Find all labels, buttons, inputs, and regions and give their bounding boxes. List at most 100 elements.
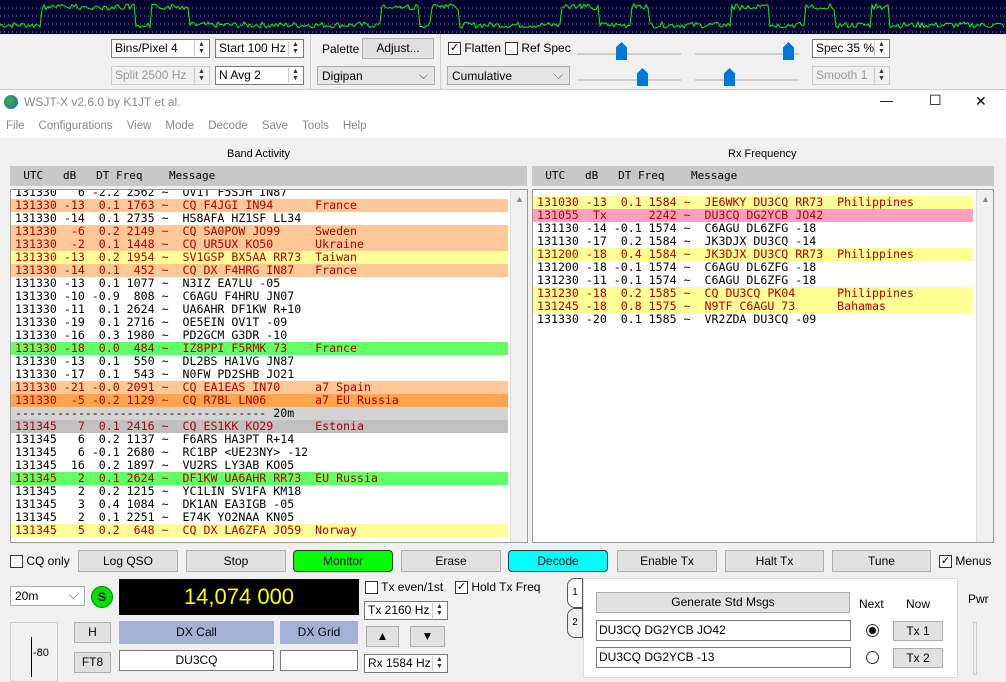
slider-thumb[interactable] [637,68,648,86]
slider-thumb[interactable] [783,42,794,60]
chevron-down-icon: ⌵ [418,68,428,82]
bins-per-pixel-spinner[interactable]: Bins/Pixel 4 ▲ ▼ [111,39,210,58]
gain-slider[interactable] [577,53,681,55]
spec-gain-slider[interactable] [577,79,681,81]
rx-frequency-title: Rx Frequency [728,148,797,160]
menu-tools[interactable]: Tools [302,120,329,132]
dx-grid-label: DX Grid [280,621,358,644]
palette-label: Palette [322,42,360,56]
rx-frequency-header: UTC dB DT Freq Message [532,166,994,186]
flatten-checkbox[interactable]: ✓ Flatten [448,41,502,56]
meter-tick-label: -80 [33,647,49,659]
adjust-button[interactable]: Adjust... [362,38,434,59]
rx-freq-spinner[interactable]: Rx 1584 Hz ▲ ▼ [364,654,448,673]
tx1-next-radio[interactable] [866,624,879,637]
menus-label: Menus [955,554,992,568]
spec-percent-spinner[interactable]: Spec 35 % ▲ ▼ [812,39,890,58]
flatten-label: Flatten [464,41,502,55]
menu-help[interactable]: Help [343,120,367,132]
monitor-button[interactable]: Monitor [293,550,393,572]
band-activity-list[interactable]: 131330 6 -2.2 2562 ~ OV1T F5SJH IN87 1313… [10,189,528,543]
decode-button[interactable]: Decode [508,550,608,572]
freq-down-button[interactable]: ▼ [410,626,445,647]
divider [440,34,441,90]
menu-save[interactable]: Save [262,120,288,132]
maximize-button[interactable]: ☐ [929,92,942,109]
scrollbar[interactable]: ▲ [976,190,993,542]
dx-grid-input[interactable] [280,650,358,671]
menu-bar: File Configurations View Mode Decode Save Tool… [0,115,1006,138]
rx-frequency-list[interactable]: 131030 -13 0.1 1584 ~ JE6WKY DU3CQ RR73 … [532,189,994,543]
now-label: Now [906,597,931,611]
split-value: Split 2500 Hz [115,68,187,82]
enable-tx-button[interactable]: Enable Tx [617,550,717,572]
palette-dropdown[interactable]: Digipan ⌵ [317,66,435,85]
tx-even-label: Tx even/1st [381,580,444,594]
scrollbar[interactable]: ▲ [510,190,527,542]
freq-up-button[interactable]: ▲ [366,626,399,647]
cumulative-dropdown[interactable]: Cumulative ⌵ [447,66,570,85]
pwr-slider[interactable] [973,622,977,675]
refspec-checkbox[interactable]: Ref Spec [505,41,571,56]
hold-tx-freq-label: Hold Tx Freq [471,580,541,594]
checkbox-box [505,42,518,56]
app-globe-icon [4,95,18,109]
signal-meter: -80 [10,622,58,682]
tx2-next-radio[interactable] [866,651,879,664]
menus-checkbox[interactable]: ✓ Menus [939,554,992,569]
menu-configurations[interactable]: Configurations [39,120,113,132]
split-spinner: Split 2500 Hz ▲ ▼ [111,66,210,85]
smooth-spinner: Smooth 1 ▲ ▼ [812,66,890,85]
menu-view[interactable]: View [127,120,152,132]
dx-call-label: DX Call [119,621,274,644]
cq-only-checkbox[interactable]: CQ only [10,554,70,569]
rx-freq-value: Rx 1584 Hz [368,656,431,670]
tx-even-checkbox[interactable]: Tx even/1st [365,580,444,595]
slider-thumb[interactable] [616,42,627,60]
band-dropdown[interactable]: 20m ⌵ [10,586,85,606]
decode-row[interactable]: 131345 5 0.2 648 ~ CQ DX LA6ZFA JO59 Nor… [11,524,508,537]
pwr-label: Pwr [968,592,989,606]
log-qso-button[interactable]: Log QSO [78,550,178,572]
menu-decode[interactable]: Decode [208,120,248,132]
tx2-button[interactable]: Tx 2 [893,648,943,668]
tx2-message-input[interactable]: DU3CQ DG2YCB -13 [596,647,851,668]
cumulative-value: Cumulative [452,69,513,83]
generate-std-msgs-button[interactable]: Generate Std Msgs [596,592,850,613]
tab-1[interactable]: 1 [567,578,583,608]
palette-value: Digipan [322,69,363,83]
spec-zero-slider[interactable] [695,79,799,81]
smooth-value: Smooth 1 [816,68,868,82]
tx-freq-spinner[interactable]: Tx 2160 Hz ▲ ▼ [364,601,448,620]
h-button[interactable]: H [74,622,111,643]
close-button[interactable]: ✕ [975,93,987,110]
navg-spinner[interactable]: N Avg 2 ▲ ▼ [215,66,304,85]
spectrum-line [0,2,1005,30]
decode-row[interactable]: 131330 -20 0.1 1585 ~ VR2ZDA DU3CQ -09 [533,313,973,326]
menu-file[interactable]: File [6,120,25,132]
erase-button[interactable]: Erase [401,550,501,572]
tune-button[interactable]: Tune [832,550,931,572]
hold-tx-freq-checkbox[interactable]: ✓ Hold Tx Freq [455,580,541,595]
settings-s-indicator[interactable]: S [91,586,113,608]
minimize-button[interactable]: — [880,93,893,108]
tx-freq-value: Tx 2160 Hz [368,603,430,617]
refspec-label: Ref Spec [521,41,571,55]
bins-per-pixel-value: Bins/Pixel 4 [115,41,178,55]
spectrum-display [0,0,1006,34]
title-bar: WSJT-X v2.6.0 by K1JT et al. — ☐ ✕ [0,90,1006,115]
slider-thumb[interactable] [724,68,735,86]
tx1-message-input[interactable]: DU3CQ DG2YCB JO42 [596,620,851,641]
checkbox-box [365,581,378,595]
band-value: 20m [15,589,39,603]
menu-mode[interactable]: Mode [165,120,194,132]
dial-frequency-display: 14,074 000 [119,579,359,615]
ft8-button[interactable]: FT8 [74,652,111,673]
tab-2[interactable]: 2 [567,608,583,638]
stop-button[interactable]: Stop [186,550,286,572]
dx-call-input[interactable]: DU3CQ [119,650,274,671]
next-label: Next [859,597,884,611]
start-freq-spinner[interactable]: Start 100 Hz ▲ ▼ [215,39,304,58]
halt-tx-button[interactable]: Halt Tx [725,550,824,572]
tx1-button[interactable]: Tx 1 [893,621,943,641]
